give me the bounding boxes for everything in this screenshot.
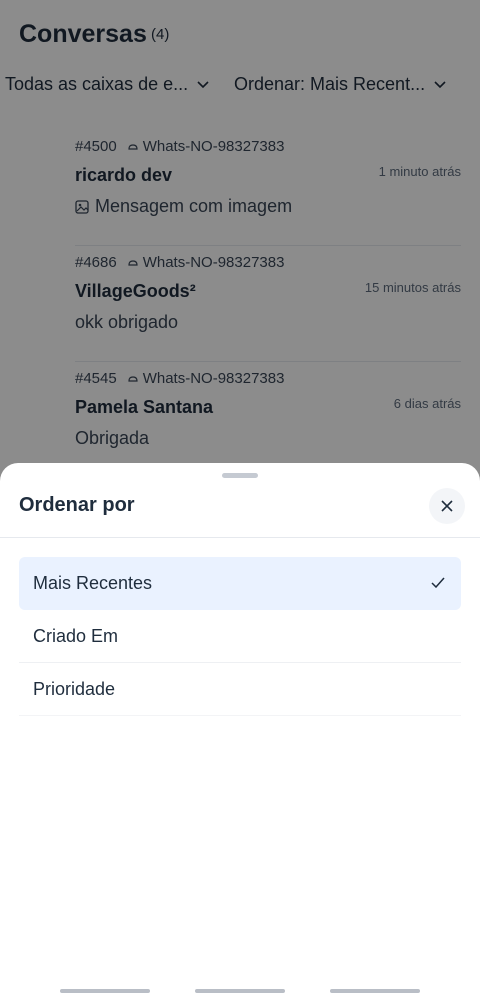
sort-bottom-sheet: Ordenar por Mais Recentes Criado Em Prio… (0, 463, 480, 1000)
sort-option-label: Prioridade (33, 678, 116, 699)
drag-handle[interactable] (222, 473, 258, 478)
system-navigation-bar (0, 980, 480, 1000)
sort-option-prioridade[interactable]: Prioridade (19, 663, 461, 716)
conversations-screen: Conversas (4) Todas as caixas de e... Or… (0, 0, 480, 1000)
sort-option-mais-recentes[interactable]: Mais Recentes (19, 557, 461, 610)
divider (0, 537, 480, 538)
sheet-title: Ordenar por (19, 494, 135, 516)
nav-gesture-home[interactable] (195, 989, 285, 993)
sort-option-label: Criado Em (33, 625, 119, 646)
checkmark-icon (431, 577, 445, 588)
close-button[interactable] (429, 488, 465, 524)
sort-options-list: Mais Recentes Criado Em Prioridade (19, 557, 461, 716)
sort-option-label: Mais Recentes (33, 573, 153, 593)
nav-gesture-left[interactable] (60, 989, 150, 993)
nav-gesture-right[interactable] (330, 989, 420, 993)
sort-option-criado-em[interactable]: Criado Em (19, 610, 461, 663)
close-icon (441, 500, 453, 512)
